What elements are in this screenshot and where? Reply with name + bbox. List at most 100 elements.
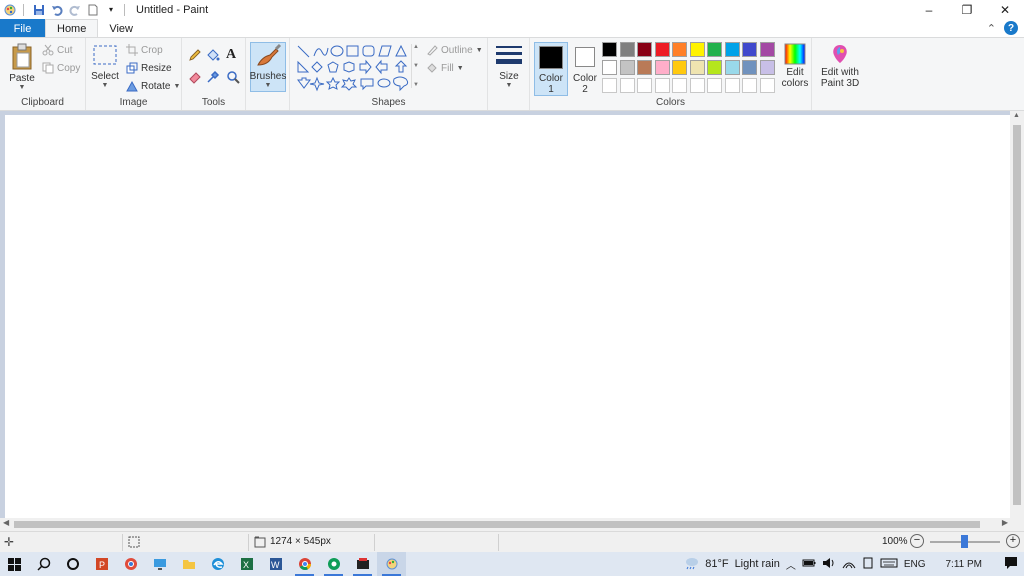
weather-temperature[interactable]: 81°F [705,558,728,570]
eraser-tool[interactable] [188,70,202,84]
palette-swatch[interactable] [672,42,687,57]
rotate-button[interactable]: Rotate ▼ [126,80,180,92]
zoom-in-button[interactable]: + [1006,534,1020,548]
fill-button[interactable]: Fill ▼ [426,62,464,74]
color1-button[interactable]: Color 1 [534,42,568,96]
palette-swatch[interactable] [602,60,617,75]
palette-swatch[interactable] [689,60,705,75]
wifi-icon[interactable] [842,557,856,572]
redo-icon[interactable] [67,2,83,18]
zoom-slider-thumb[interactable] [961,535,968,548]
custom-color-slot[interactable] [707,78,722,93]
palette-swatch[interactable] [707,42,722,57]
custom-color-slot[interactable] [742,78,757,93]
palette-swatch[interactable] [742,42,757,57]
input-language[interactable]: ENG [904,559,926,570]
palette-swatch[interactable] [724,60,740,75]
palette-swatch[interactable] [707,60,722,75]
battery-icon[interactable] [802,558,816,571]
zoom-out-button[interactable]: − [910,534,924,548]
chevron-left-icon[interactable]: ◀ [3,518,9,527]
palette-swatch[interactable] [602,42,617,57]
vertical-scrollbar[interactable]: ▲ [1010,111,1024,518]
magnifier-tool[interactable] [226,70,240,84]
shapes-gallery[interactable] [296,44,422,96]
crop-button[interactable]: Crop [126,44,163,56]
taskbar-chrome-2[interactable] [319,552,348,576]
custom-color-slot[interactable] [724,78,740,93]
palette-swatch[interactable] [637,42,652,57]
palette-swatch[interactable] [759,60,775,75]
new-file-icon[interactable] [85,2,101,18]
taskbar-chrome-profile[interactable] [116,552,145,576]
clock-time[interactable]: 7:11 PM [946,559,983,570]
palette-swatch[interactable] [759,42,775,57]
drawing-canvas[interactable] [5,115,1010,518]
taskbar-chrome[interactable] [290,552,319,576]
volume-icon[interactable] [822,557,836,572]
weather-description[interactable]: Light rain [735,558,780,570]
select-button[interactable]: Select ▼ [90,44,120,89]
cortana-button[interactable] [58,552,87,576]
copy-button[interactable]: Copy [42,62,80,74]
taskbar-paint[interactable] [377,552,406,576]
paste-button[interactable]: Paste ▼ [6,43,38,91]
palette-swatch[interactable] [637,60,652,75]
color-picker-tool[interactable] [206,70,220,84]
cut-button[interactable]: Cut [42,44,73,56]
collapse-ribbon-icon[interactable]: ⌃ [987,22,996,35]
palette-swatch[interactable] [654,42,670,57]
resize-button[interactable]: Resize [126,62,172,74]
taskbar-edge[interactable] [203,552,232,576]
taskbar-this-pc[interactable] [145,552,174,576]
notification-icon[interactable] [1004,556,1018,573]
taskbar-excel[interactable]: X [232,552,261,576]
keyboard-icon[interactable] [880,558,898,571]
custom-color-slot[interactable] [619,78,635,93]
palette-swatch[interactable] [724,42,740,57]
palette-swatch[interactable] [619,42,635,57]
horizontal-scroll-thumb[interactable] [14,521,980,528]
taskbar-app[interactable] [348,552,377,576]
help-icon[interactable]: ? [1004,21,1018,35]
undo-icon[interactable] [49,2,65,18]
tablet-mode-icon[interactable] [862,557,874,572]
custom-color-slot[interactable] [602,78,617,93]
search-button[interactable] [29,552,58,576]
palette-swatch[interactable] [619,60,635,75]
chevron-up-icon[interactable]: ▲ [1013,112,1020,119]
close-button[interactable]: ✕ [986,0,1024,19]
custom-color-slot[interactable] [654,78,670,93]
customize-quick-access-icon[interactable]: ▾ [103,2,119,18]
horizontal-scrollbar[interactable]: ◀ ▶ [0,518,1024,531]
chevron-up-icon[interactable]: ︿ [786,557,796,572]
custom-color-slot[interactable] [759,78,775,93]
fill-tool[interactable] [206,48,220,62]
color2-button[interactable]: Color 2 [570,42,600,95]
save-icon[interactable] [31,2,47,18]
paint-app-icon[interactable] [2,2,18,18]
tab-file[interactable]: File [0,19,45,38]
text-tool[interactable]: A [226,47,236,63]
tab-view[interactable]: View [98,19,144,38]
shapes-scroll[interactable]: ▲ ▼ ▼ [411,44,420,88]
custom-color-slot[interactable] [672,78,687,93]
palette-swatch[interactable] [672,60,687,75]
palette-swatch[interactable] [689,42,705,57]
custom-color-slot[interactable] [637,78,652,93]
taskbar-word[interactable]: W [261,552,290,576]
restore-button[interactable]: ❐ [948,0,986,19]
weather-icon[interactable] [683,556,699,573]
edit-colors-button[interactable]: Edit colors [778,43,812,89]
start-button[interactable] [0,552,29,576]
size-button[interactable]: Size ▼ [492,44,526,89]
brushes-button[interactable]: Brushes ▼ [250,42,286,92]
taskbar-file-explorer[interactable] [174,552,203,576]
minimize-button[interactable]: – [910,0,948,19]
outline-button[interactable]: Outline ▼ [426,44,483,56]
vertical-scroll-thumb[interactable] [1013,125,1021,505]
tab-home[interactable]: Home [45,19,99,38]
chevron-right-icon[interactable]: ▶ [1002,518,1008,527]
palette-swatch[interactable] [742,60,757,75]
edit-with-paint3d-button[interactable]: Edit with Paint 3D [816,43,864,89]
